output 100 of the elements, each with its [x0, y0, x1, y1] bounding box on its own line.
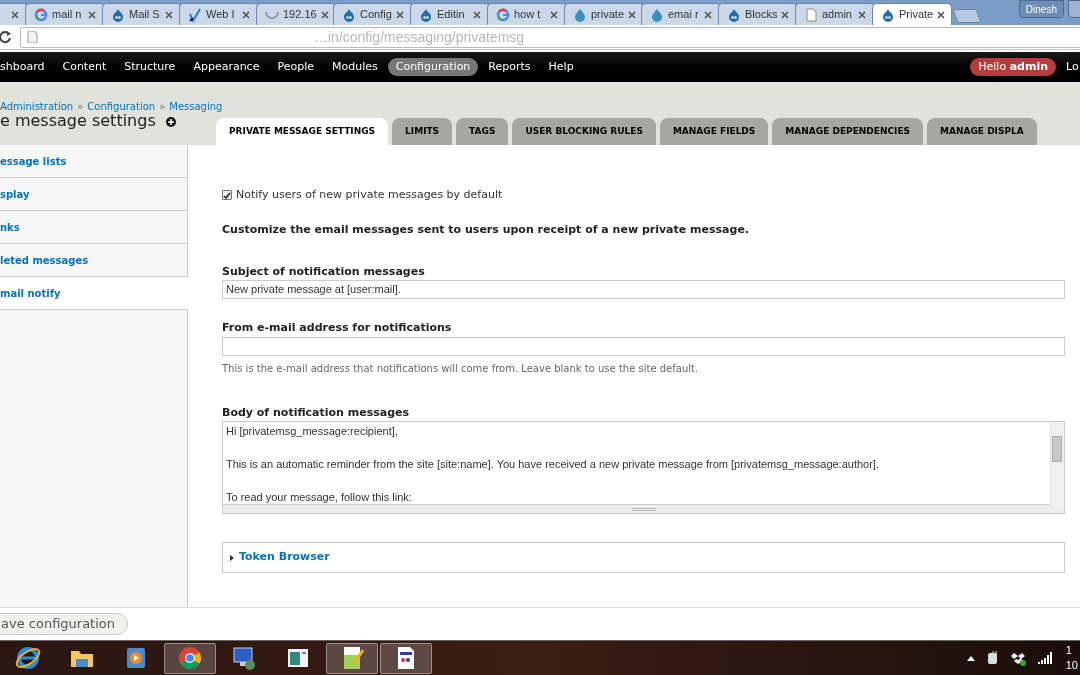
signal-icon[interactable]: [1037, 652, 1052, 664]
user-greeting[interactable]: Hello admin: [970, 57, 1056, 77]
field-description: This is the e-mail address that notifications will come from. Leave blank to use the site default.: [222, 361, 700, 376]
browser-e-icon: [14, 644, 42, 672]
tab-title: how t: [514, 7, 542, 23]
taskbar-button[interactable]: [380, 642, 432, 674]
close-icon[interactable]: [473, 10, 481, 19]
tab[interactable]: USER BLOCKING RULES: [512, 118, 656, 145]
sidebar-tab[interactable]: nks: [0, 211, 187, 244]
textarea-line: Hi [privatemsg_message:recipient],: [226, 424, 399, 439]
close-icon[interactable]: [781, 10, 790, 19]
browser-tab[interactable]: Web I: [179, 3, 259, 25]
browser-tab[interactable]: 192.16: [256, 3, 336, 25]
clock-text[interactable]: 1: [1065, 643, 1078, 658]
tab-title: emai r: [668, 7, 700, 23]
browser-tab[interactable]: mail n: [25, 3, 105, 25]
close-icon[interactable]: [937, 10, 946, 19]
tab-title: private: [591, 7, 625, 23]
reload-icon[interactable]: [0, 30, 12, 44]
browser-tab[interactable]: Editin: [410, 3, 490, 25]
google-logo-icon: [496, 7, 510, 22]
logout-link[interactable]: Lo: [1066, 58, 1080, 76]
drop-face-icon: [342, 7, 356, 22]
save-button[interactable]: ave configuration: [0, 613, 129, 635]
chrome-icon: [176, 644, 204, 672]
spinner-icon: [265, 10, 279, 19]
close-icon[interactable]: [320, 10, 329, 19]
close-icon[interactable]: [858, 10, 866, 19]
toolbar-link[interactable]: Reports: [480, 57, 539, 77]
close-icon[interactable]: [704, 10, 712, 19]
tab[interactable]: MANAGE DEPENDENCIES: [772, 118, 924, 145]
toolbar-link[interactable]: Content: [54, 57, 115, 77]
toolbar-link[interactable]: Help: [540, 57, 582, 77]
close-icon[interactable]: [165, 10, 173, 19]
form-description: Customize the email messages sent to users upon receipt of a new private message.: [222, 222, 751, 238]
close-icon[interactable]: [88, 10, 96, 19]
clock-text[interactable]: 10: [1065, 658, 1078, 673]
drop-face-icon: [727, 7, 741, 22]
toolbar-link[interactable]: shboard: [0, 57, 53, 77]
checkmark-icon: [223, 191, 231, 199]
input-field[interactable]: New private message at [user:mail].: [222, 280, 1065, 299]
field-label: Body of notification messages: [222, 404, 411, 421]
browser-tab[interactable]: private: [564, 3, 644, 25]
tab-title: admin: [822, 7, 853, 23]
browser-tab[interactable]: Private: [872, 3, 952, 25]
field-label: From e-mail address for notifications: [222, 320, 453, 336]
browser-tab[interactable]: Config: [333, 3, 413, 25]
field-label: Subject of notification messages: [222, 263, 426, 280]
toolbar-link[interactable]: Modules: [324, 57, 386, 77]
tab[interactable]: TAGS: [456, 118, 509, 145]
tab[interactable]: LIMITS: [392, 118, 453, 145]
textarea-field[interactable]: [222, 421, 1065, 514]
tab[interactable]: MANAGE FIELDS: [659, 118, 769, 145]
tab-title: 192.16: [283, 7, 317, 23]
address-text: …in/config/messaging/privatemsg: [314, 27, 525, 47]
sidebar-tab[interactable]: splay: [0, 178, 187, 211]
tab-title: Private: [899, 7, 934, 23]
resize-grip[interactable]: [223, 504, 1064, 513]
close-icon[interactable]: [242, 10, 250, 19]
browser-tab[interactable]: admin: [795, 3, 875, 25]
check-icon: [188, 7, 202, 22]
browser-tab[interactable]: Blocks: [718, 3, 798, 25]
toolbar-link[interactable]: Configuration: [387, 57, 479, 77]
tab[interactable]: MANAGE DISPLA: [927, 118, 1037, 145]
taskbar-button[interactable]: [326, 642, 378, 674]
document-icon: [804, 7, 818, 22]
tab-title: Blocks: [745, 7, 778, 23]
tab-title: Web I: [206, 7, 236, 23]
close-icon[interactable]: [628, 10, 637, 19]
toolbar-link[interactable]: Appearance: [185, 57, 268, 77]
show-hidden-icons-icon[interactable]: [966, 655, 975, 661]
breadcrumb-link[interactable]: Configuration: [87, 99, 156, 114]
google-logo-icon: [34, 7, 48, 22]
checkbox[interactable]: [222, 190, 232, 200]
input-field[interactable]: [222, 336, 1065, 356]
browser-tab[interactable]: Mail S: [102, 3, 182, 25]
page-icon: [27, 31, 38, 43]
taskbar-button[interactable]: [164, 642, 216, 674]
breadcrumb-link[interactable]: Messaging: [169, 99, 223, 114]
toolbar-link[interactable]: People: [269, 57, 322, 77]
sidebar-tab[interactable]: essage lists: [0, 145, 187, 178]
tab-title: Config: [360, 7, 392, 23]
scrollbar-thumb[interactable]: [1052, 436, 1062, 462]
checkbox-label: Notify users of new private messages by default: [236, 186, 503, 203]
close-icon[interactable]: [396, 10, 404, 19]
box-sync-icon[interactable]: [1010, 650, 1026, 666]
toolbar-link[interactable]: Structure: [116, 57, 184, 77]
close-icon[interactable]: [550, 10, 558, 19]
drop-face-icon: [419, 7, 433, 22]
sidebar-tab[interactable]: mail notify: [0, 277, 188, 310]
tab[interactable]: PRIVATE MESSAGE SETTINGS: [216, 118, 389, 145]
breadcrumb-link[interactable]: Administration: [0, 99, 74, 114]
drop-face-icon: [881, 7, 895, 22]
token-browser-link[interactable]: Token Browser: [239, 549, 330, 566]
tab-title: Editin: [437, 7, 466, 23]
browser-tab[interactable]: how t: [487, 3, 567, 25]
power-plug-icon[interactable]: [986, 651, 999, 665]
add-shortcut-icon[interactable]: [165, 117, 176, 127]
close-icon[interactable]: [11, 10, 19, 19]
browser-tab[interactable]: emai r: [641, 3, 721, 25]
